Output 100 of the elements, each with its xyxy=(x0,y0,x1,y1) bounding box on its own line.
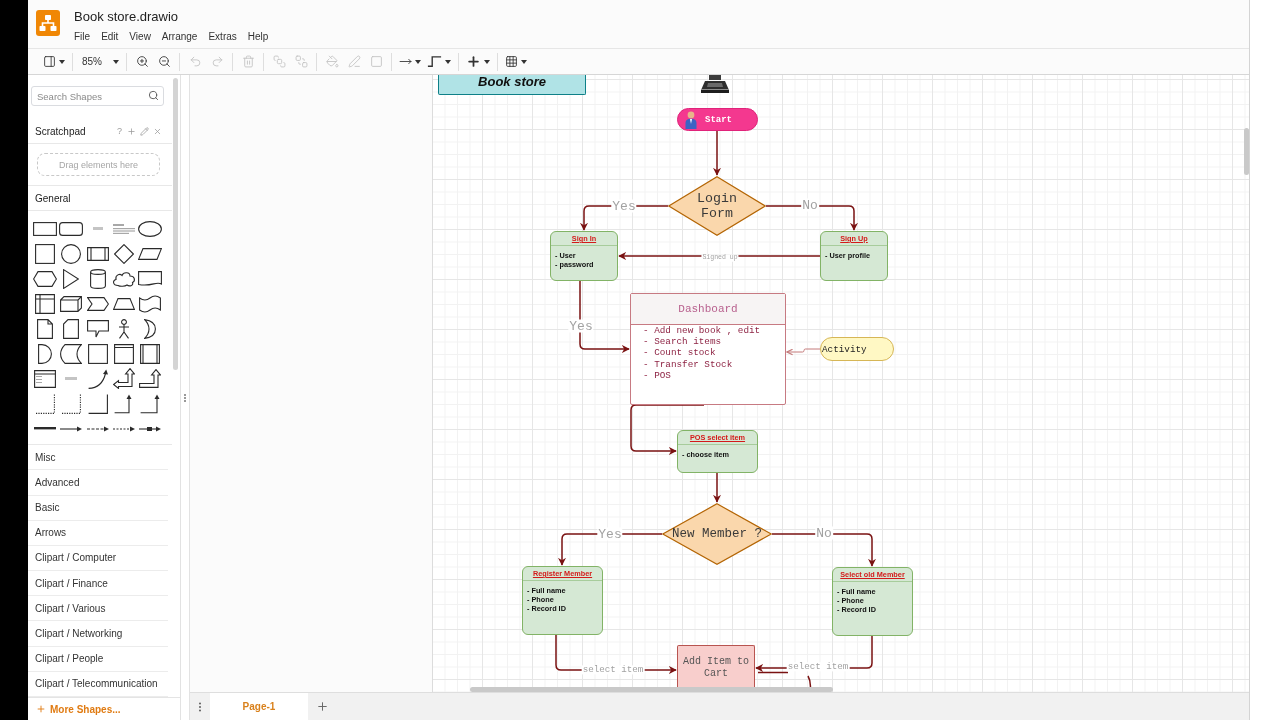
trash-icon xyxy=(241,55,255,68)
scrollbar-thumb[interactable] xyxy=(1244,128,1249,175)
category-item[interactable]: Advanced xyxy=(28,470,168,496)
menu-item[interactable]: Arrange xyxy=(161,30,198,44)
menu-item[interactable]: Extras xyxy=(208,30,237,44)
caret-icon xyxy=(445,59,451,64)
diamond-icon[interactable] xyxy=(114,243,135,264)
decision-diamond: New Member ? xyxy=(662,503,772,565)
scrollbar-thumb[interactable] xyxy=(173,78,178,370)
elbow-arrow-icon[interactable] xyxy=(140,393,161,414)
trapezoid-icon[interactable] xyxy=(113,297,136,310)
cube-icon[interactable] xyxy=(60,295,83,312)
scrollbar-thumb[interactable] xyxy=(470,687,833,692)
edge-label: No xyxy=(801,198,819,212)
bring-to-front-icon xyxy=(272,55,286,68)
square-icon[interactable] xyxy=(87,343,108,364)
connector-arrow xyxy=(713,130,721,176)
internal-storage-icon[interactable] xyxy=(35,293,56,314)
callout-icon[interactable] xyxy=(86,319,109,338)
document-icon[interactable] xyxy=(138,270,163,287)
ellipse-icon[interactable] xyxy=(138,220,163,237)
menu-item[interactable]: File xyxy=(74,30,91,44)
panel-title: Dashboard xyxy=(678,303,738,315)
step-icon[interactable] xyxy=(86,296,109,311)
data-storage-icon[interactable] xyxy=(60,343,83,364)
panel-item: - Search items xyxy=(643,336,722,348)
category-item[interactable]: Misc xyxy=(28,445,168,471)
square-icon xyxy=(369,55,383,68)
elbow-arrow-icon[interactable] xyxy=(113,368,136,390)
cash-register-icon xyxy=(700,75,730,93)
elbow-connector-icon xyxy=(427,56,442,67)
dashed-arrow-icon[interactable] xyxy=(113,425,136,432)
pen-line-icon xyxy=(347,55,361,68)
category-item[interactable]: Clipart / Finance xyxy=(28,571,168,597)
search-icon xyxy=(148,90,159,101)
category-item[interactable]: Arrows xyxy=(28,520,168,546)
activity-pill: Activity xyxy=(820,337,894,361)
container-icon[interactable] xyxy=(114,343,135,364)
category-item[interactable]: Clipart / Telecommunication xyxy=(28,671,168,697)
panel-item: - Add new book , edit xyxy=(643,325,761,337)
corner-line-icon[interactable] xyxy=(87,393,108,414)
caret-icon xyxy=(113,59,119,64)
edge-label: Yes xyxy=(597,527,623,541)
arrow-line-icon[interactable] xyxy=(60,425,83,432)
circle-icon[interactable] xyxy=(61,243,82,264)
process-icon[interactable] xyxy=(86,246,109,261)
card-icon[interactable] xyxy=(63,318,80,339)
dotted-corner-icon[interactable] xyxy=(61,393,82,414)
caret-icon xyxy=(521,59,527,64)
line-icon[interactable] xyxy=(34,427,57,431)
redo-icon xyxy=(210,55,224,68)
panel-icon xyxy=(43,55,56,68)
section-title[interactable]: Scratchpad xyxy=(35,125,86,137)
rounded-rectangle-icon[interactable] xyxy=(59,221,84,236)
zoom-out-icon xyxy=(157,55,171,68)
actor-icon[interactable] xyxy=(118,318,131,339)
title-banner: Book store xyxy=(438,75,586,95)
caret-icon xyxy=(415,59,421,64)
crescent-icon[interactable] xyxy=(144,318,157,339)
tape-icon[interactable] xyxy=(139,294,162,313)
category-item[interactable]: Clipart / Computer xyxy=(28,545,168,572)
zoom-in-icon xyxy=(135,55,149,68)
cylinder-icon[interactable] xyxy=(89,268,106,289)
paint-bucket-icon xyxy=(325,55,339,68)
edge-label: select item xyxy=(786,662,850,672)
edge-label: Yes xyxy=(611,199,637,213)
menu-item[interactable]: Help xyxy=(247,30,269,44)
panel-item: - Transfer Stock xyxy=(643,358,733,370)
category-item[interactable]: Clipart / Various xyxy=(28,596,168,622)
search-field[interactable]: Search Shapes xyxy=(31,86,164,106)
dotted-corner-icon[interactable] xyxy=(35,393,56,414)
note-icon[interactable] xyxy=(37,318,54,339)
category-item[interactable]: Clipart / Networking xyxy=(28,621,168,647)
category-item[interactable]: Basic xyxy=(28,495,168,521)
caret-icon xyxy=(484,59,490,64)
connector-icon[interactable] xyxy=(139,425,162,432)
double-border-icon[interactable] xyxy=(140,343,161,364)
terminator-label: Start xyxy=(705,114,732,125)
zoom-level-button[interactable]: 85% xyxy=(77,50,122,73)
parallelogram-icon[interactable] xyxy=(138,247,163,260)
menu-item[interactable]: View xyxy=(129,30,151,44)
triangle-icon[interactable] xyxy=(63,268,80,289)
hexagon-icon[interactable] xyxy=(33,270,58,287)
square-icon[interactable] xyxy=(35,243,56,264)
section-title[interactable]: General xyxy=(35,192,71,204)
decision-diamond: Login Form xyxy=(668,176,766,236)
elbow-arrow-icon[interactable] xyxy=(139,369,162,389)
edge-label: Yes xyxy=(568,319,594,333)
person-icon xyxy=(685,110,697,129)
edge-label: select item xyxy=(581,665,645,675)
curved-arrow-icon[interactable] xyxy=(87,368,108,389)
plus-icon xyxy=(315,700,329,713)
plus-icon xyxy=(466,54,481,69)
category-item[interactable]: Clipart / People xyxy=(28,646,168,672)
rectangle-icon[interactable] xyxy=(33,221,58,236)
dashed-arrow-icon[interactable] xyxy=(86,425,109,432)
connector-arrow xyxy=(713,472,721,503)
list-icon[interactable] xyxy=(34,369,57,388)
cloud-icon[interactable] xyxy=(112,270,137,287)
menu-item[interactable]: Edit xyxy=(101,30,119,44)
